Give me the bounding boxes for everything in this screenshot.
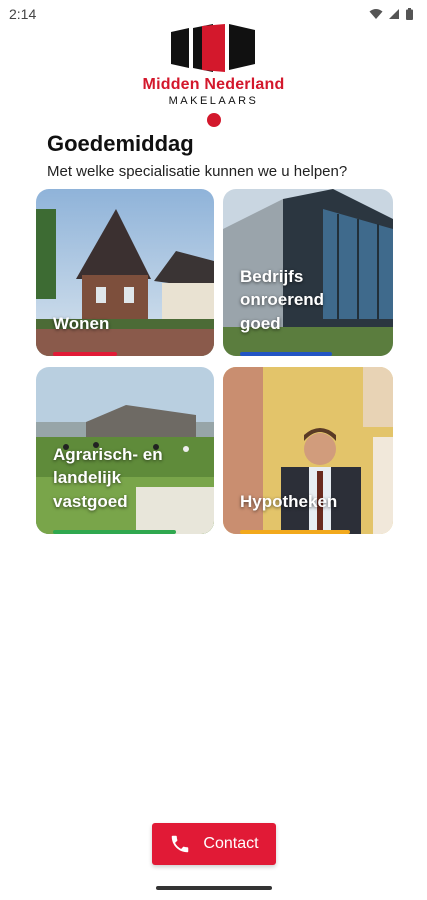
logo-mark-icon xyxy=(170,24,255,72)
status-time: 2:14 xyxy=(9,6,37,22)
greeting-subtitle: Met welke specialisatie kunnen we u help… xyxy=(47,163,348,180)
phone-icon xyxy=(172,835,189,853)
logo-name: Midden Nederland xyxy=(142,76,285,93)
tile-accent-bar xyxy=(240,352,332,356)
logo-dot xyxy=(206,113,221,127)
tile-hypotheken[interactable]: Hypotheken xyxy=(223,367,393,534)
tile-accent-bar xyxy=(240,530,350,534)
tile-wonen[interactable]: Wonen xyxy=(36,189,214,356)
greeting: Goedemiddag Met welke specialisatie kunn… xyxy=(47,131,407,180)
greeting-title: Goedemiddag xyxy=(47,131,194,156)
contact-button[interactable]: Contact xyxy=(152,823,276,865)
logo-subtitle: MAKELAARS xyxy=(168,95,259,107)
contact-label: Contact xyxy=(203,835,259,852)
tile-agrarisch-landelijk-vastgoed[interactable]: Agrarisch- en landelijk vastgoed xyxy=(36,367,214,534)
home-indicator[interactable] xyxy=(156,886,272,890)
status-icons xyxy=(369,8,413,20)
tile-label: Hypotheken xyxy=(240,492,338,512)
tile-bedrijfs-onroerend-goed[interactable]: Bedrijfs onroerend goed xyxy=(223,189,393,356)
tile-accent-bar xyxy=(53,352,117,356)
specialisation-grid: Wonen Bedrijfs onroerend goed Agrarisch-… xyxy=(36,189,393,534)
tile-label: Wonen xyxy=(53,314,110,334)
app-screen: 2:14 Midden Nederland MAKELAARS Goedemid… xyxy=(0,0,427,900)
brand-logo: Midden Nederland MAKELAARS xyxy=(0,24,427,127)
wifi-icon xyxy=(369,9,383,19)
battery-icon xyxy=(406,8,413,20)
signal-icon xyxy=(389,9,399,19)
tile-label: Bedrijfs onroerend goed xyxy=(240,266,325,334)
tile-label: Agrarisch- en landelijk vastgoed xyxy=(53,444,163,512)
tile-accent-bar xyxy=(53,530,176,534)
